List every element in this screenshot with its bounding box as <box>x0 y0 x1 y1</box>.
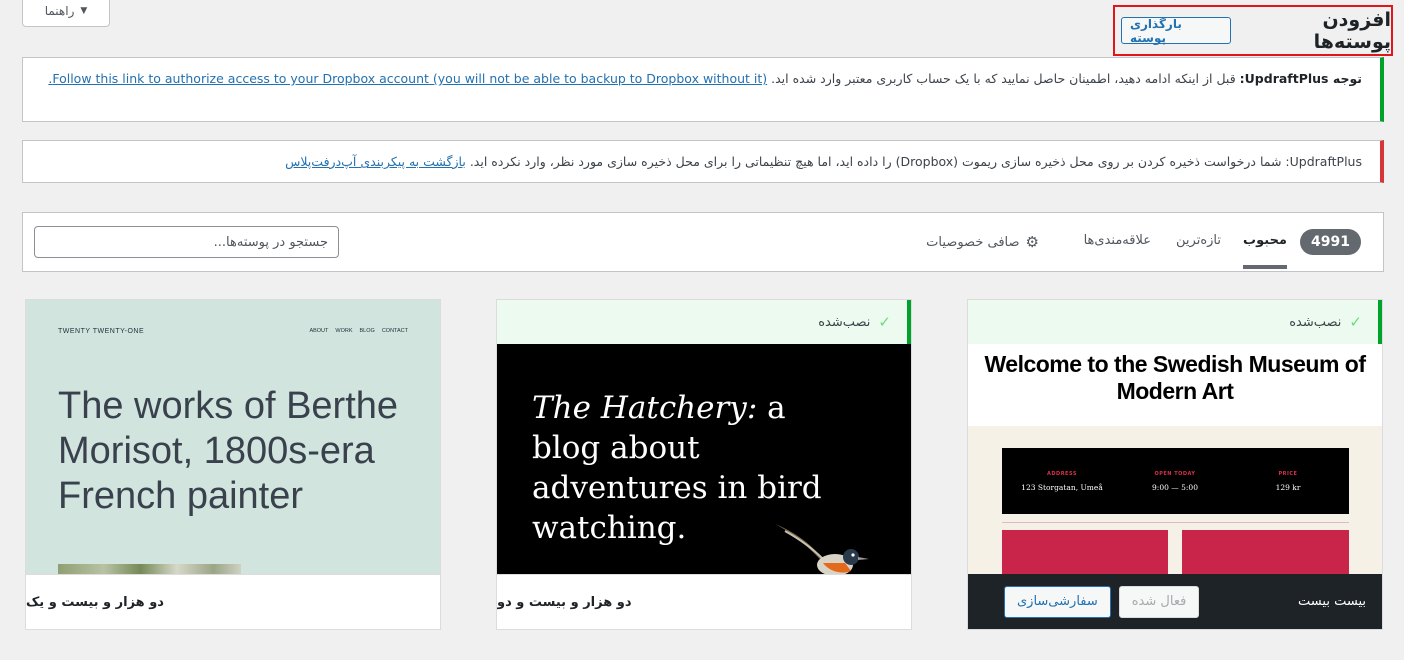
dropbox-auth-notice: توجه UpdraftPlus: قبل از اینکه ادامه دهی… <box>22 57 1384 122</box>
theme-name: دو هزار و بیست و دو <box>497 574 911 629</box>
notice-prefix: توجه UpdraftPlus: <box>1239 71 1362 86</box>
tab-feature-filter[interactable]: ⚙ صافی خصوصیات <box>926 233 1039 251</box>
preview-block <box>1182 530 1349 580</box>
preview-info-hours: OPEN TODAY 9:00 — 5:00 <box>1120 471 1230 492</box>
theme-screenshot[interactable]: Welcome to the Swedish Museum of Modern … <box>968 344 1382 580</box>
preview-nav-item: CONTACT <box>381 328 408 334</box>
theme-count-badge: 4991 <box>1300 229 1361 255</box>
remote-storage-notice: UpdraftPlus: شما درخواست ذخیره کردن بر ر… <box>22 140 1384 183</box>
preview-headline: The works of Berthe Morisot, 1800s-era F… <box>58 385 399 517</box>
preview-headline-italic: The Hatchery: <box>532 390 758 426</box>
tab-popular[interactable]: محبوب <box>1243 233 1287 269</box>
info-label: ADDRESS <box>1047 471 1077 477</box>
theme-filter-bar: 4991 محبوب تازه‌ترین علاقه‌مندی‌ها ⚙ صاف… <box>22 212 1384 272</box>
preview-info-price: PRICE 129 kr <box>1233 471 1343 492</box>
help-tab-button[interactable]: راهنما ▼ <box>22 0 110 27</box>
caret-down-icon: ▼ <box>80 5 88 16</box>
info-label: PRICE <box>1278 471 1298 477</box>
installed-label: نصب‌شده <box>1289 314 1342 330</box>
bird-illustration-icon <box>775 524 869 576</box>
updraft-config-link[interactable]: بازگشت به پیکربندی آپ‌درفت‌پلاس <box>285 154 466 169</box>
info-value: 129 kr <box>1275 483 1301 492</box>
theme-card[interactable]: ✓ نصب‌شده The Hatchery: a blog about adv… <box>496 299 912 630</box>
active-theme-actions: بیست بیست فعال شده سفارشی‌سازی <box>968 574 1382 629</box>
page-title: افزودن پوسته‌ها <box>1313 8 1391 53</box>
preview-info-address: ADDRESS 123 Storgatan, Umeå <box>1007 471 1117 492</box>
preview-nav: ABOUT WORK BLOG CONTACT <box>309 328 408 334</box>
check-icon: ✓ <box>878 313 891 331</box>
info-label: OPEN TODAY <box>1154 471 1196 477</box>
info-value: 9:00 — 5:00 <box>1152 483 1198 492</box>
preview-header-band: Welcome to the Swedish Museum of Modern … <box>968 344 1382 426</box>
preview-info-box: ADDRESS 123 Storgatan, Umeå OPEN TODAY 9… <box>1002 448 1349 514</box>
notice-text: UpdraftPlus: شما درخواست ذخیره کردن بر ر… <box>465 154 1362 169</box>
preview-nav-item: WORK <box>335 328 353 334</box>
tab-latest[interactable]: تازه‌ترین <box>1176 233 1221 248</box>
info-value: 123 Storgatan, Umeå <box>1021 483 1103 492</box>
preview-site-title: TWENTY TWENTY-ONE <box>58 328 145 335</box>
upload-theme-button[interactable]: بارگذاری پوسته <box>1121 17 1231 45</box>
installed-label: نصب‌شده <box>818 314 871 330</box>
tab-favorites[interactable]: علاقه‌مندی‌ها <box>1084 233 1151 248</box>
theme-name: بیست بیست <box>1298 594 1366 609</box>
customize-button[interactable]: سفارشی‌سازی <box>1004 585 1111 618</box>
theme-screenshot[interactable]: The Hatchery: a blog about adventures in… <box>497 344 911 577</box>
notice-text: قبل از اینکه ادامه دهید، اطمینان حاصل نم… <box>767 71 1240 86</box>
page-header: بارگذاری پوسته افزودن پوسته‌ها <box>1113 5 1393 56</box>
installed-notice: ✓ نصب‌شده <box>497 300 911 344</box>
check-icon: ✓ <box>1349 313 1362 331</box>
preview-divider <box>1002 522 1349 523</box>
help-tab-label: راهنما <box>44 3 75 18</box>
activated-button: فعال شده <box>1118 585 1200 618</box>
theme-search-input[interactable] <box>34 226 339 258</box>
theme-name: دو هزار و بیست و یک <box>26 574 440 629</box>
feature-filter-label: صافی خصوصیات <box>926 234 1020 250</box>
theme-card[interactable]: TWENTY TWENTY-ONE ABOUT WORK BLOG CONTAC… <box>25 299 441 630</box>
theme-screenshot[interactable]: TWENTY TWENTY-ONE ABOUT WORK BLOG CONTAC… <box>26 300 440 577</box>
theme-card-active[interactable]: ✓ نصب‌شده Welcome to the Swedish Museum … <box>967 299 1383 630</box>
installed-notice: ✓ نصب‌شده <box>968 300 1382 344</box>
preview-nav-item: BLOG <box>359 328 375 334</box>
gear-icon: ⚙ <box>1025 233 1039 251</box>
dropbox-authorize-link[interactable]: Follow this link to authorize access to … <box>48 71 767 86</box>
preview-nav-item: ABOUT <box>309 328 329 334</box>
preview-headline: Welcome to the Swedish Museum of Modern … <box>984 351 1366 404</box>
preview-block <box>1002 530 1168 580</box>
